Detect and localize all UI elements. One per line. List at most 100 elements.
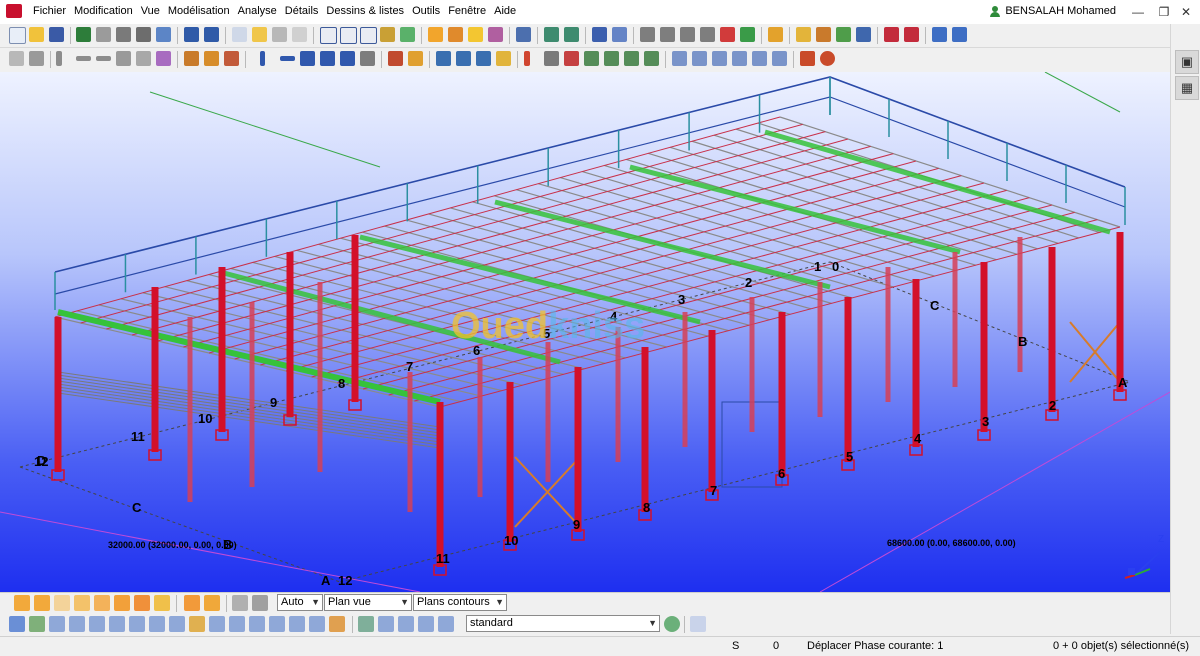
report-three-icon[interactable] (468, 27, 483, 42)
window-two-icon[interactable] (340, 27, 357, 44)
report-two-icon[interactable] (448, 27, 463, 42)
check-icon[interactable] (740, 27, 755, 42)
select-parts-icon[interactable] (34, 595, 50, 611)
macro-four-icon[interactable] (644, 51, 659, 66)
report-icon[interactable] (428, 27, 443, 42)
share-icon[interactable] (76, 27, 91, 42)
undo-icon[interactable] (184, 27, 199, 42)
select-object-icon[interactable] (438, 616, 454, 632)
refresh-icon[interactable] (836, 27, 851, 42)
select-hourglass-icon[interactable] (184, 595, 200, 611)
grid-two-icon[interactable] (456, 51, 471, 66)
menu-fichier[interactable]: Fichier (33, 5, 72, 17)
pad-footing-icon[interactable] (360, 51, 375, 66)
cut-icon[interactable] (380, 27, 395, 42)
cloud-icon[interactable] (96, 27, 111, 42)
macro-three-icon[interactable] (624, 51, 639, 66)
select-cross-icon[interactable] (94, 595, 110, 611)
concrete-column-icon[interactable] (260, 51, 265, 66)
measure-five-icon[interactable] (752, 51, 767, 66)
help-icon[interactable] (592, 27, 607, 42)
dimension-two-icon[interactable] (660, 27, 675, 42)
print-icon[interactable] (272, 27, 287, 42)
menu-vue[interactable]: Vue (141, 5, 166, 17)
mirror-icon[interactable] (564, 51, 579, 66)
filter-settings-icon[interactable] (664, 616, 680, 632)
magnet-icon[interactable] (516, 27, 531, 42)
lock-view-icon[interactable] (232, 595, 248, 611)
concrete-panel-icon[interactable] (340, 51, 355, 66)
menu-outils[interactable]: Outils (412, 5, 446, 17)
bolt-icon[interactable] (184, 51, 199, 66)
cloud-sync-icon[interactable] (116, 27, 131, 42)
snap-center-icon[interactable] (69, 616, 85, 632)
selection-filter-select[interactable]: standard ▼ (466, 615, 660, 632)
grid-three-icon[interactable] (476, 51, 491, 66)
snap-mode-select[interactable]: Auto ▼ (277, 594, 323, 611)
snap-intersect-icon[interactable] (109, 616, 125, 632)
concrete-polybeam-icon[interactable] (300, 51, 315, 66)
menu-fenetre[interactable]: Fenêtre (448, 5, 492, 17)
snap-grid-icon[interactable] (209, 616, 225, 632)
select-bars-icon[interactable] (114, 595, 130, 611)
export-icon[interactable] (932, 27, 947, 42)
snap-free-icon[interactable] (329, 616, 345, 632)
window-icon[interactable] (320, 27, 337, 44)
snap-perp-icon[interactable] (129, 616, 145, 632)
copy-special-icon[interactable] (544, 51, 559, 66)
report-four-icon[interactable] (488, 27, 503, 42)
snap-plane-icon[interactable] (289, 616, 305, 632)
snap-any-icon[interactable] (229, 616, 245, 632)
direct-modify-icon[interactable] (358, 616, 374, 632)
measure-four-icon[interactable] (732, 51, 747, 66)
grid-icon[interactable] (436, 51, 451, 66)
snap-arrow-icon[interactable] (204, 595, 220, 611)
folder-icon[interactable] (252, 27, 267, 42)
monitor-icon[interactable] (952, 27, 967, 42)
snap-select-icon[interactable] (9, 616, 25, 632)
concrete-beam-icon[interactable] (280, 56, 295, 61)
smart-select-icon[interactable] (378, 616, 394, 632)
macro-two-icon[interactable] (604, 51, 619, 66)
minimize-button[interactable]: — (1124, 2, 1152, 22)
user-area[interactable]: BENSALAH Mohamed (990, 5, 1116, 17)
arc-icon[interactable] (720, 27, 735, 42)
menu-dessins-listes[interactable]: Dessins & listes (326, 5, 410, 17)
pencil-icon[interactable] (800, 51, 815, 66)
snap-line-icon[interactable] (149, 616, 165, 632)
contour-plane-select[interactable]: Plans contours ▼ (413, 594, 507, 611)
close-button[interactable]: ✕ (1172, 2, 1200, 22)
dimension-three-icon[interactable] (680, 27, 695, 42)
redo-icon[interactable] (204, 27, 219, 42)
snap-ref-icon[interactable] (189, 616, 205, 632)
snap-face-icon[interactable] (249, 616, 265, 632)
measure-two-icon[interactable] (692, 51, 707, 66)
save-icon[interactable] (49, 27, 64, 42)
cube-icon[interactable]: ▣ (1175, 50, 1199, 74)
menu-aide[interactable]: Aide (494, 5, 522, 17)
select-triangle-icon[interactable] (74, 595, 90, 611)
select-component-icon[interactable] (418, 616, 434, 632)
macro-icon[interactable] (584, 51, 599, 66)
select-weld-icon[interactable] (134, 595, 150, 611)
column-icon[interactable] (56, 51, 62, 66)
plate-icon[interactable] (136, 51, 151, 66)
snap-point-icon[interactable] (29, 616, 45, 632)
target-icon[interactable] (820, 51, 835, 66)
snap-mid-icon[interactable] (89, 616, 105, 632)
concrete-slab-icon[interactable] (320, 51, 335, 66)
rotate-icon[interactable] (564, 27, 579, 42)
beam-icon[interactable] (76, 56, 91, 61)
snap-end-icon[interactable] (49, 616, 65, 632)
plane-select[interactable]: Plan vue ▼ (324, 594, 412, 611)
menu-details[interactable]: Détails (285, 5, 325, 17)
new-file-icon[interactable] (9, 27, 26, 44)
unlock-icon[interactable] (29, 51, 44, 66)
select-check-icon[interactable] (154, 595, 170, 611)
model-icon[interactable] (136, 27, 151, 42)
measure-icon[interactable] (672, 51, 687, 66)
numbering-two-icon[interactable] (904, 27, 919, 42)
key-icon[interactable] (768, 27, 783, 42)
select-all-icon[interactable] (14, 595, 30, 611)
select-assembly-icon[interactable] (398, 616, 414, 632)
